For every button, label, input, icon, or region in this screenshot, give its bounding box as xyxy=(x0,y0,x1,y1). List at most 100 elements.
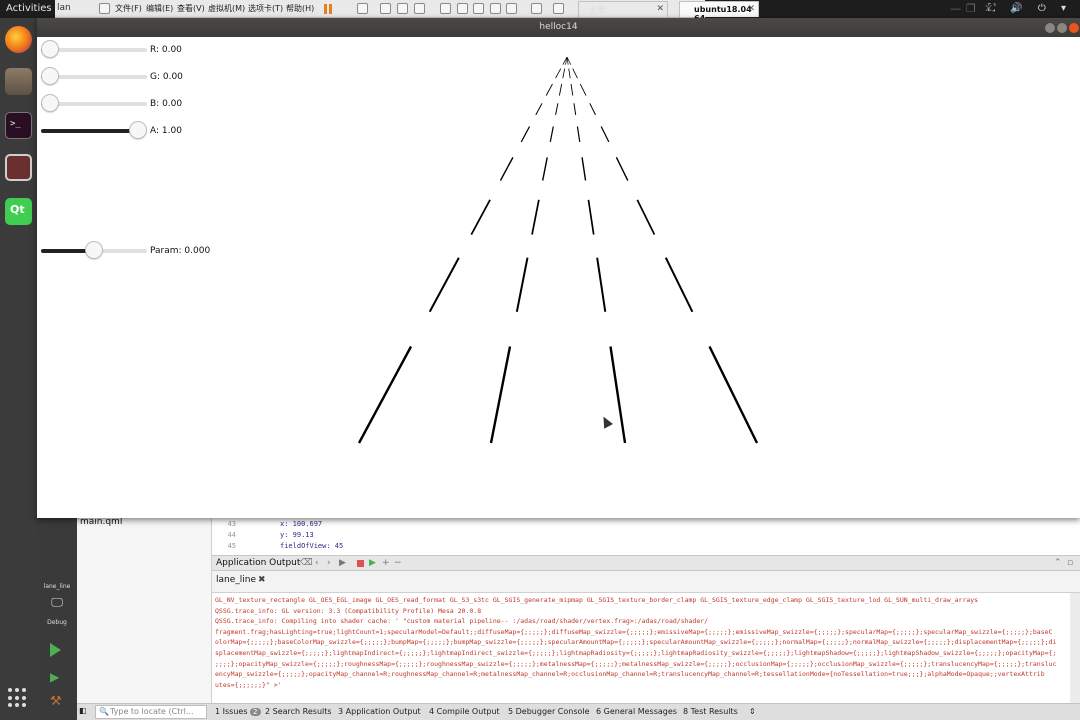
close-icon[interactable]: ✕ xyxy=(656,4,664,14)
tab-ubuntu[interactable]: ubuntu18.04 64 ✕ xyxy=(679,1,759,23)
system-tray[interactable]: ⛶ 🔊 ⏻ ▾ xyxy=(988,3,1072,14)
attach-icon[interactable]: ▶ xyxy=(369,558,376,568)
build-config-label[interactable]: Debug xyxy=(37,619,77,626)
terminal-dock-icon[interactable]: >_ xyxy=(5,112,32,139)
status-compile-output[interactable]: 4 Compile Output xyxy=(429,707,500,716)
send-keys-icon[interactable] xyxy=(357,3,368,14)
ubuntu-top-bar: Activities lan 文件(F) 编辑(E) 查看(V) 虚拟机(M) … xyxy=(0,0,1080,23)
rerun-icon[interactable]: ▶ xyxy=(339,558,346,568)
locate-input[interactable]: 🔍 Type to locate (Ctrl... xyxy=(95,705,207,719)
show-applications-icon[interactable] xyxy=(8,688,28,708)
slider-handle[interactable] xyxy=(41,40,59,58)
menu-tabs[interactable]: 选项卡(T) xyxy=(248,3,283,14)
g-slider[interactable] xyxy=(41,67,147,87)
param-slider[interactable] xyxy=(41,241,147,261)
chevron-up-icon[interactable]: ⌃ xyxy=(1054,558,1062,568)
maximize-pane-icon[interactable]: ▫ xyxy=(1067,558,1073,568)
slider-handle[interactable] xyxy=(41,67,59,85)
close-icon[interactable]: ✕ xyxy=(747,4,755,14)
menu-view[interactable]: 查看(V) xyxy=(177,3,205,14)
stretch-view-icon[interactable] xyxy=(553,3,564,14)
output-scrollbar[interactable] xyxy=(1070,593,1080,703)
sidebar-toggle-icon[interactable]: ◧ xyxy=(79,706,87,715)
lane-dash xyxy=(576,126,581,143)
project-file-item[interactable]: main.qml xyxy=(80,517,122,527)
code-editor[interactable]: 43 x: 100.697 44 y: 99.13 45 fieldOfView… xyxy=(212,517,1080,555)
close-icon[interactable]: ✖ xyxy=(258,575,266,585)
maximize-icon[interactable] xyxy=(1057,23,1067,33)
zoom-out-icon[interactable]: − xyxy=(394,558,402,568)
tab-lane-line[interactable]: lane_line xyxy=(216,575,256,585)
unity-icon[interactable] xyxy=(490,3,501,14)
snapshot-icon[interactable] xyxy=(380,3,391,14)
menu-edit[interactable]: 编辑(E) xyxy=(146,3,173,14)
terminal-icon[interactable] xyxy=(531,3,542,14)
vm-home-icon[interactable] xyxy=(99,3,110,14)
status-issues[interactable]: 1 Issues 2 xyxy=(215,707,261,716)
lane-dash xyxy=(555,103,559,115)
status-test-results[interactable]: 8 Test Results xyxy=(683,707,738,716)
r-slider[interactable] xyxy=(41,40,147,60)
close-icon[interactable] xyxy=(1069,23,1079,33)
run-button[interactable] xyxy=(50,643,61,657)
b-slider[interactable] xyxy=(41,94,147,114)
status-application-output[interactable]: 3 Application Output xyxy=(338,707,421,716)
line-number: 43 xyxy=(227,520,236,528)
taskbar-app-label[interactable]: lan xyxy=(57,3,71,13)
revert-snapshot-icon[interactable] xyxy=(397,3,408,14)
status-search-results[interactable]: 2 Search Results xyxy=(265,707,332,716)
build-hammer-icon[interactable]: ⚒ xyxy=(50,694,64,709)
lane-lines-view xyxy=(37,37,1080,518)
lane-dash xyxy=(428,257,460,313)
app-running-icon[interactable] xyxy=(5,154,32,181)
g-value-label: G: 0.00 xyxy=(150,72,183,82)
maximize-icon[interactable]: ❐ xyxy=(966,2,976,15)
issues-count-badge: 2 xyxy=(250,708,261,716)
clear-output-icon[interactable]: ⌫ xyxy=(300,558,313,568)
status-debugger-console[interactable]: 5 Debugger Console xyxy=(508,707,590,716)
fullscreen-icon[interactable] xyxy=(473,3,484,14)
prev-icon[interactable]: ‹ xyxy=(315,558,319,568)
sidebar-toggle-icon[interactable] xyxy=(440,3,451,14)
log-line: GL_NV_texture_rectangle GL_OES_EGL_image… xyxy=(215,596,979,604)
output-tabs: lane_line ✖ xyxy=(212,571,1080,593)
stop-icon[interactable] xyxy=(357,560,364,567)
slider-handle[interactable] xyxy=(129,121,147,139)
minimize-icon[interactable] xyxy=(1045,23,1055,33)
snapshot-manager-icon[interactable] xyxy=(414,3,425,14)
code-line[interactable]: x: 100.697 xyxy=(280,520,322,528)
render-canvas[interactable]: R: 0.00 G: 0.00 B: 0.00 A: 1.00 Param: 0… xyxy=(37,37,1080,518)
monitor-icon[interactable]: 🖵 xyxy=(37,595,77,610)
menu-vm[interactable]: 虚拟机(M) xyxy=(208,3,245,14)
kit-label: lane_line xyxy=(43,583,71,590)
console-view-icon[interactable] xyxy=(506,3,517,14)
tab-home[interactable]: 主页 ✕ xyxy=(578,1,668,17)
slider-handle[interactable] xyxy=(41,94,59,112)
lane-dash xyxy=(581,157,587,181)
menu-help[interactable]: 帮助(H) xyxy=(286,3,314,14)
slider-handle[interactable] xyxy=(85,241,103,259)
r-value-label: R: 0.00 xyxy=(150,45,182,55)
line-number: 44 xyxy=(227,531,236,539)
a-slider[interactable] xyxy=(41,121,147,141)
minimize-icon[interactable]: — xyxy=(950,2,961,15)
app-title-bar[interactable]: helloc14 xyxy=(37,18,1080,37)
next-icon[interactable]: › xyxy=(327,558,331,568)
qt-creator-icon[interactable]: Qt xyxy=(5,198,32,225)
files-icon[interactable] xyxy=(5,68,32,95)
app-title: helloc14 xyxy=(539,22,578,32)
mode-selector: lane_line 🖵 Debug ▶ ⚒ xyxy=(37,517,77,720)
thumbnail-icon[interactable] xyxy=(457,3,468,14)
firefox-icon[interactable] xyxy=(5,26,32,53)
more-tabs-icon[interactable]: ⇕ xyxy=(749,707,756,716)
code-line[interactable]: fieldOfView: 45 xyxy=(280,542,343,550)
code-line[interactable]: y: 99.13 xyxy=(280,531,314,539)
zoom-in-icon[interactable]: + xyxy=(382,558,390,568)
pause-icon[interactable] xyxy=(324,4,332,14)
menu-file[interactable]: 文件(F) xyxy=(115,3,142,14)
activities-button[interactable]: Activities xyxy=(6,3,52,14)
debug-run-button[interactable]: ▶ xyxy=(50,670,64,684)
status-general-messages[interactable]: 6 General Messages xyxy=(596,707,677,716)
application-output-log[interactable]: GL_NV_texture_rectangle GL_OES_EGL_image… xyxy=(212,593,1070,703)
lane-dash xyxy=(545,83,553,96)
